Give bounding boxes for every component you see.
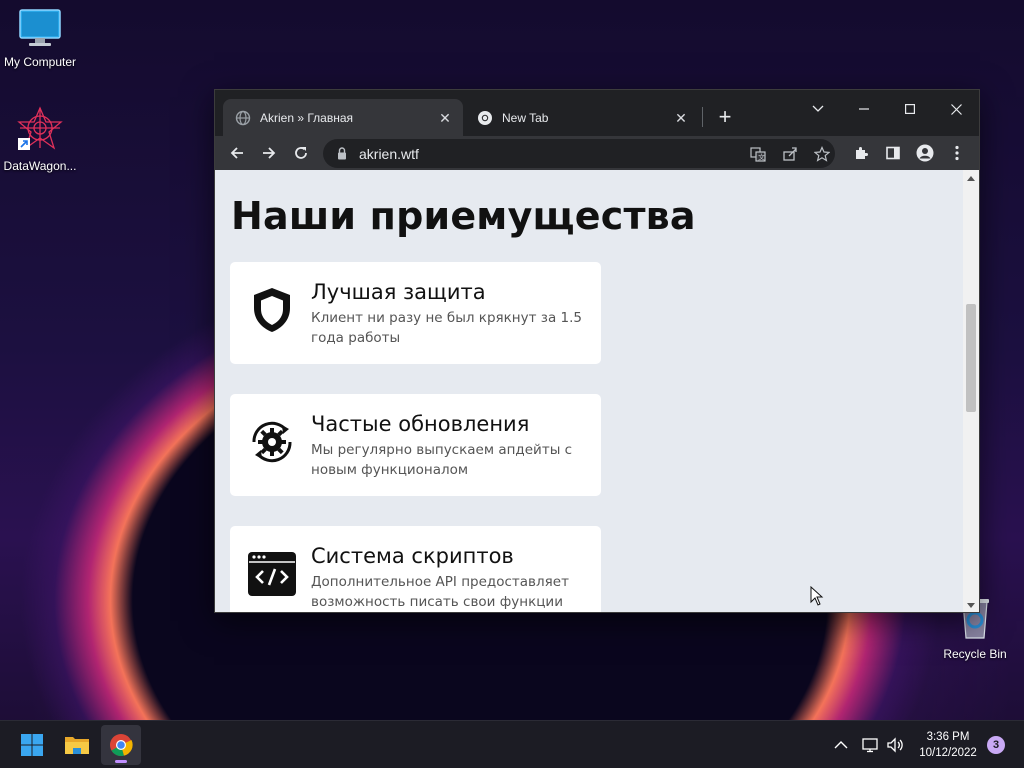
clock-time: 3:36 PM bbox=[926, 731, 970, 743]
code-window-icon bbox=[248, 552, 296, 596]
new-tab-button[interactable]: + bbox=[711, 104, 739, 132]
feature-card-protection: Лучшая защита Клиент ни разу не был кряк… bbox=[230, 262, 601, 364]
file-explorer-button[interactable] bbox=[57, 725, 97, 765]
desktop-icon-label: DataWagon... bbox=[3, 159, 77, 173]
chrome-icon bbox=[110, 734, 133, 757]
clock-date: 10/12/2022 bbox=[919, 747, 977, 759]
start-button[interactable] bbox=[12, 725, 52, 765]
shield-icon bbox=[254, 288, 290, 332]
close-icon bbox=[950, 103, 962, 115]
monitor-icon bbox=[19, 9, 61, 46]
browser-toolbar: akrien.wtf 文 bbox=[215, 136, 979, 170]
address-bar[interactable]: akrien.wtf 文 bbox=[323, 139, 835, 168]
minimize-icon bbox=[859, 108, 869, 110]
mouse-cursor-icon bbox=[810, 586, 824, 606]
notification-badge[interactable]: 3 bbox=[987, 736, 1005, 754]
side-panel-button[interactable] bbox=[879, 139, 907, 167]
card-text: Мы регулярно выпускаем апдейты с новым ф… bbox=[311, 442, 573, 478]
volume-button[interactable] bbox=[886, 721, 904, 768]
menu-button[interactable] bbox=[943, 139, 971, 167]
page-heading: Наши приемущества bbox=[231, 194, 696, 238]
card-title: Лучшая защита bbox=[311, 280, 486, 304]
chrome-icon bbox=[478, 110, 492, 125]
tab-title: New Tab bbox=[502, 110, 549, 125]
feature-card-scripts: Система скриптов Дополнительное API пред… bbox=[230, 526, 601, 612]
profile-button[interactable] bbox=[911, 139, 939, 167]
tray-overflow-button[interactable] bbox=[834, 721, 848, 768]
arrow-right-icon bbox=[263, 147, 276, 159]
datawagon-icon bbox=[17, 106, 63, 150]
bookmark-star-icon[interactable] bbox=[811, 143, 833, 165]
close-window-button[interactable] bbox=[933, 94, 979, 124]
maximize-button[interactable] bbox=[887, 94, 933, 124]
lock-icon[interactable] bbox=[337, 147, 347, 160]
back-button[interactable] bbox=[223, 139, 251, 167]
desktop-icon-datawagon[interactable]: DataWagon... bbox=[0, 106, 80, 173]
scroll-down-arrow-icon[interactable] bbox=[967, 603, 975, 608]
reload-icon bbox=[295, 147, 307, 159]
network-icon bbox=[862, 738, 878, 753]
maximize-icon bbox=[905, 104, 915, 114]
close-tab-icon[interactable]: ✕ bbox=[437, 110, 453, 126]
reload-button[interactable] bbox=[287, 139, 315, 167]
translate-icon[interactable]: 文 bbox=[747, 143, 769, 165]
puzzle-icon bbox=[856, 147, 868, 159]
file-explorer-icon bbox=[65, 737, 89, 754]
extensions-button[interactable] bbox=[847, 139, 875, 167]
running-indicator bbox=[115, 760, 127, 763]
tab-separator bbox=[702, 107, 703, 127]
minimize-button[interactable] bbox=[841, 94, 887, 124]
feature-card-updates: Частые обновления Мы регулярно выпускаем… bbox=[230, 394, 601, 496]
side-panel-icon bbox=[886, 146, 900, 160]
forward-button[interactable] bbox=[255, 139, 283, 167]
card-text: Клиент ни разу не был крякнут за 1.5 год… bbox=[311, 310, 582, 346]
volume-icon bbox=[887, 737, 903, 753]
profile-icon bbox=[916, 144, 934, 162]
desktop-icon-label: Recycle Bin bbox=[943, 647, 1007, 661]
chrome-taskbar-button[interactable] bbox=[101, 725, 141, 765]
card-text: Дополнительное API предоставляет возможн… bbox=[311, 574, 569, 610]
tab-new-tab[interactable]: New Tab ✕ bbox=[465, 99, 699, 136]
taskbar: 3:36 PM 10/12/2022 bbox=[0, 720, 1024, 768]
windows-start-icon bbox=[21, 734, 43, 756]
clock[interactable]: 3:36 PM 10/12/2022 bbox=[910, 729, 986, 761]
arrow-left-icon bbox=[230, 147, 243, 159]
page-scrollbar[interactable] bbox=[963, 170, 979, 612]
card-title: Система скриптов bbox=[311, 544, 514, 568]
card-title: Частые обновления bbox=[311, 412, 530, 436]
tab-strip: Akrien » Главная ✕ New Tab ✕ + bbox=[215, 90, 979, 136]
gear-sync-icon bbox=[252, 421, 292, 463]
close-tab-icon[interactable]: ✕ bbox=[673, 110, 689, 126]
chevron-down-icon bbox=[812, 105, 824, 112]
globe-icon bbox=[235, 110, 251, 125]
share-icon[interactable] bbox=[779, 143, 801, 165]
tab-title: Akrien » Главная bbox=[260, 110, 354, 125]
page-viewport: Наши приемущества Лучшая защита Клиент н… bbox=[215, 170, 979, 612]
tab-search-button[interactable] bbox=[795, 94, 841, 124]
scroll-thumb[interactable] bbox=[966, 304, 976, 412]
desktop-icon-my-computer[interactable]: My Computer bbox=[0, 8, 80, 69]
browser-window: Akrien » Главная ✕ New Tab ✕ + akrien.wt… bbox=[214, 89, 980, 613]
tab-akrien[interactable]: Akrien » Главная ✕ bbox=[223, 99, 463, 136]
scroll-up-arrow-icon[interactable] bbox=[967, 176, 975, 181]
network-button[interactable] bbox=[862, 721, 880, 768]
kebab-menu-icon bbox=[955, 145, 959, 161]
chevron-up-icon bbox=[834, 741, 848, 749]
svg-text:文: 文 bbox=[758, 153, 765, 162]
desktop-icon-label: My Computer bbox=[3, 55, 77, 69]
